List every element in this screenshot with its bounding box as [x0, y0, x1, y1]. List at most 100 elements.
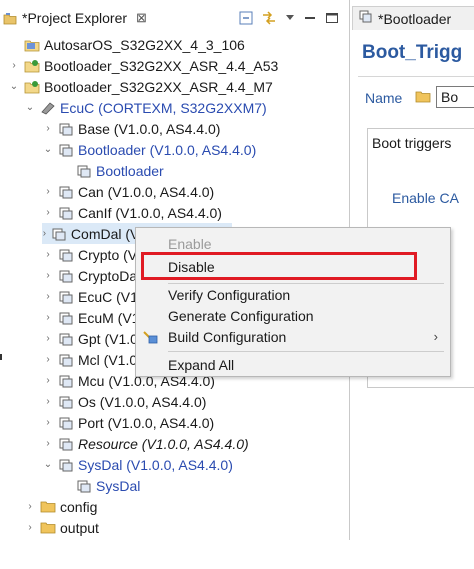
menu-item-verify-configuration[interactable]: Verify Configuration — [136, 284, 450, 305]
module-icon — [58, 121, 74, 137]
menu-item-label: Expand All — [168, 356, 235, 373]
project-explorer-title: *Project Explorer — [22, 10, 128, 26]
chevron-right-icon[interactable]: › — [24, 501, 36, 512]
tree-item-label: Os (V1.0.0, AS4.4.0) — [78, 393, 207, 410]
module-icon — [58, 289, 74, 305]
project-icon — [24, 79, 40, 95]
menu-separator — [168, 351, 444, 352]
chevron-right-icon[interactable]: › — [42, 354, 54, 365]
tree-item-label: Bootloader_S32G2XX_ASR_4.4_A53 — [44, 57, 279, 74]
tree-item-label: Bootloader — [96, 162, 164, 179]
module-icon — [58, 310, 74, 326]
close-icon[interactable]: ⊠ — [136, 10, 147, 26]
menu-item-expand-all[interactable]: Expand All — [136, 354, 450, 375]
tree-item-bootloader-a53[interactable]: › Bootloader_S32G2XX_ASR_4.4_A53 — [8, 55, 278, 76]
chevron-right-icon[interactable]: › — [42, 207, 54, 218]
menu-item-enable[interactable]: Enable — [136, 233, 450, 254]
chevron-down-icon[interactable]: ⌄ — [24, 102, 36, 113]
module-icon — [58, 331, 74, 347]
tree-item-module[interactable]: › Can (V1.0.0, AS4.4.0) — [42, 181, 214, 202]
link-with-editor-icon[interactable] — [261, 11, 277, 25]
chevron-right-icon[interactable]: › — [42, 228, 47, 239]
module-icon — [58, 205, 74, 221]
tree-item-config[interactable]: Bootloader — [60, 160, 164, 181]
tree-item-autosaros[interactable]: AutosarOS_S32G2XX_4_3_106 — [8, 34, 245, 55]
folder-icon — [40, 520, 56, 536]
chevron-right-icon[interactable]: › — [42, 291, 54, 302]
maximize-icon[interactable] — [325, 12, 339, 24]
menu-item-label: Enable — [168, 235, 212, 252]
window-edge-mark — [0, 354, 2, 360]
tree-item-label: config — [60, 498, 98, 515]
module-config-icon — [76, 163, 92, 179]
editor-tab-title: *Bootloader — [378, 10, 452, 27]
module-icon — [58, 184, 74, 200]
tree-item-ecuc-cortexm[interactable]: ⌄ EcuC (CORTEXM, S32G2XXM7) — [24, 97, 267, 118]
boot-triggers-label: Boot triggers — [372, 135, 452, 151]
view-menu-icon[interactable] — [285, 14, 295, 22]
context-menu: Enable Disable Verify Configuration Gene… — [135, 227, 451, 377]
enable-can-label: Enable CA — [392, 190, 459, 206]
editor-tab-icon — [359, 10, 373, 27]
tree-item-folder-output[interactable]: › output — [24, 517, 99, 538]
module-config-icon — [76, 478, 92, 494]
ecuc-icon — [40, 100, 56, 116]
module-icon — [58, 436, 74, 452]
tree-item-module[interactable]: › Base (V1.0.0, AS4.4.0) — [42, 118, 220, 139]
tree-item-module[interactable]: ⌄ SysDal (V1.0.0, AS4.4.0) — [42, 454, 233, 475]
project-explorer-header: *Project Explorer ⊠ — [0, 6, 349, 30]
collapse-all-icon[interactable] — [239, 11, 253, 25]
chevron-right-icon[interactable]: › — [42, 438, 54, 449]
tree-item-label: Bootloader (V1.0.0, AS4.4.0) — [78, 141, 257, 158]
module-icon — [58, 415, 74, 431]
tree-item-module[interactable]: › Port (V1.0.0, AS4.4.0) — [42, 412, 214, 433]
chevron-right-icon[interactable]: › — [42, 249, 54, 260]
name-field[interactable]: Bo — [436, 86, 474, 108]
chevron-right-icon[interactable]: › — [42, 417, 54, 428]
chevron-right-icon[interactable]: › — [42, 123, 54, 134]
tree-item-label: CanIf (V1.0.0, AS4.4.0) — [78, 204, 222, 221]
tree-item-label: Can (V1.0.0, AS4.4.0) — [78, 183, 215, 200]
tree-item-label: Port (V1.0.0, AS4.4.0) — [78, 414, 215, 431]
chevron-right-icon[interactable]: › — [42, 312, 54, 323]
tree-item-config[interactable]: SysDal — [60, 475, 140, 496]
tree-item-bootloader-m7[interactable]: ⌄ Bootloader_S32G2XX_ASR_4.4_M7 — [8, 76, 273, 97]
editor-divider — [358, 76, 474, 77]
tree-item-module[interactable]: ⌄ Bootloader (V1.0.0, AS4.4.0) — [42, 139, 256, 160]
tree-item-label: EcuC (CORTEXM, S32G2XXM7) — [60, 99, 267, 116]
chevron-right-icon[interactable]: › — [42, 375, 54, 386]
tree-item-module[interactable]: › Resource (V1.0.0, AS4.4.0) — [42, 433, 249, 454]
project-explorer-icon — [3, 12, 17, 25]
chevron-right-icon[interactable]: › — [42, 333, 54, 344]
menu-item-generate-configuration[interactable]: Generate Configuration — [136, 305, 450, 326]
tree-item-label: Base (V1.0.0, AS4.4.0) — [78, 120, 221, 137]
chevron-right-icon[interactable]: › — [42, 396, 54, 407]
project-explorer-tab[interactable]: *Project Explorer ⊠ — [3, 6, 147, 30]
chevron-right-icon[interactable]: › — [42, 186, 54, 197]
name-label: Name — [365, 90, 403, 106]
module-icon — [58, 142, 74, 158]
menu-item-build-configuration[interactable]: Build Configuration › — [136, 326, 450, 347]
tree-item-module[interactable]: › CanIf (V1.0.0, AS4.4.0) — [42, 202, 222, 223]
build-icon — [142, 330, 158, 344]
tree-item-module[interactable]: › Os (V1.0.0, AS4.4.0) — [42, 391, 206, 412]
menu-item-label: Build Configuration — [168, 328, 287, 345]
tree-item-label: Bootloader_S32G2XX_ASR_4.4_M7 — [44, 78, 273, 95]
minimize-icon[interactable] — [303, 13, 317, 23]
tree-item-label: Resource (V1.0.0, AS4.4.0) — [78, 435, 249, 452]
submenu-arrow-icon: › — [433, 329, 438, 344]
project-icon — [24, 58, 40, 74]
chevron-right-icon[interactable]: › — [8, 60, 20, 71]
highlight-box — [141, 252, 417, 280]
editor-heading: Boot_Trigg — [362, 42, 463, 63]
chevron-right-icon[interactable]: › — [42, 270, 54, 281]
chevron-right-icon[interactable]: › — [24, 522, 36, 533]
chevron-down-icon[interactable]: ⌄ — [8, 81, 20, 92]
chevron-down-icon[interactable]: ⌄ — [42, 144, 54, 155]
tree-item-label: SysDal — [96, 477, 141, 494]
tree-item-folder-config[interactable]: › config — [24, 496, 97, 517]
tree-item-label: output — [60, 519, 99, 536]
editor-tab[interactable]: *Bootloader — [352, 6, 474, 30]
menu-item-label: Generate Configuration — [168, 307, 314, 324]
chevron-down-icon[interactable]: ⌄ — [42, 459, 54, 470]
